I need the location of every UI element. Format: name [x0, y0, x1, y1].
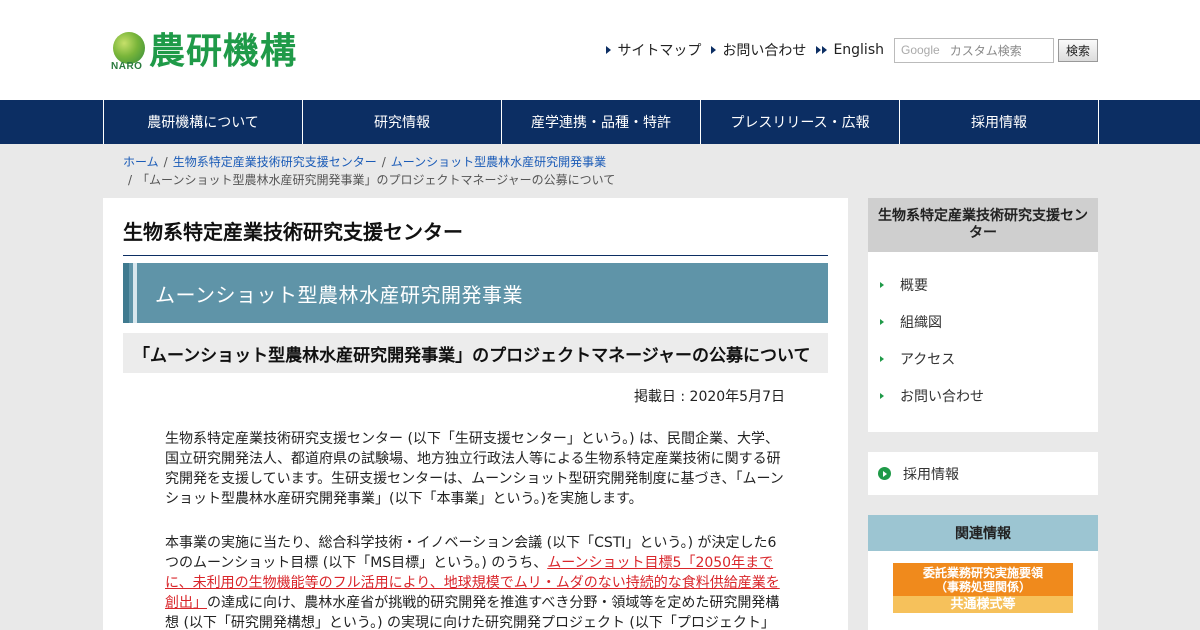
search-input[interactable]: Google カスタム検索	[894, 37, 1054, 63]
triangle-right-icon	[880, 281, 884, 288]
breadcrumb-current: 「ムーンショット型農林水産研究開発事業」のプロジェクトマネージャーの公募について	[137, 173, 616, 187]
nav-item-industry[interactable]: 産学連携・品種・特許	[502, 100, 701, 144]
main-content: 生物系特定産業技術研究支援センター ムーンショット型農林水産研究開発事業 「ムー…	[103, 198, 848, 630]
breadcrumb-home[interactable]: ホーム	[123, 155, 159, 169]
contact-link[interactable]: お問い合わせ	[711, 40, 806, 60]
post-date: 掲載日 : 2020年5月7日	[633, 389, 785, 405]
intro-paragraph: 生物系特定産業技術研究支援センター (以下「生研支援センター」という。) は、民…	[165, 431, 784, 507]
triangle-right-icon	[711, 46, 717, 54]
utility-links: サイトマップ お問い合わせ English Google カスタム検索 検索	[606, 37, 1098, 63]
breadcrumb-center[interactable]: 生物系特定産業技術研究支援センター	[173, 155, 377, 169]
sidebar-item-org-chart[interactable]: 組織図	[880, 303, 1098, 340]
english-link[interactable]: English	[816, 42, 884, 58]
search-brand-placeholder: Google	[901, 43, 940, 57]
nav-item-press[interactable]: プレスリリース・広報	[701, 100, 900, 144]
sitemap-link[interactable]: サイトマップ	[606, 40, 701, 60]
moonshot-banner: ムーンショット型農林水産研究開発事業	[123, 263, 828, 323]
section-title: 生物系特定産業技術研究支援センター	[123, 216, 828, 256]
nav-item-research[interactable]: 研究情報	[303, 100, 502, 144]
sidebar-menu: 生物系特定産業技術研究支援センター 概要 組織図 アクセス お問い合わせ	[868, 198, 1098, 432]
sidebar-item-contact[interactable]: お問い合わせ	[880, 377, 1098, 414]
double-triangle-right-icon	[816, 46, 822, 54]
banner-text: ムーンショット型農林水産研究開発事業	[155, 283, 523, 307]
triangle-right-icon	[880, 318, 884, 325]
triangle-right-icon	[880, 392, 884, 399]
circle-arrow-icon	[878, 467, 891, 480]
sidebar-item-access[interactable]: アクセス	[880, 340, 1098, 377]
nav-item-careers[interactable]: 採用情報	[900, 100, 1099, 144]
related-info: 関連情報 委託業務研究実施要領 （事務処理関係） 共通様式等	[868, 515, 1098, 630]
body-paragraph: 本事業の実施に当たり、総合科学技術・イノベーション会議 (以下「CSTI」という…	[165, 535, 780, 630]
search-button[interactable]: 検索	[1058, 38, 1098, 62]
related-banner-link[interactable]: 委託業務研究実施要領 （事務処理関係） 共通様式等	[893, 563, 1073, 613]
logo-wordmark: 農研機構	[149, 31, 298, 72]
naro-logo[interactable]: NARO 農研機構	[111, 28, 321, 74]
naro-logo-icon: NARO	[111, 30, 145, 74]
related-title: 関連情報	[868, 515, 1098, 551]
triangle-right-icon	[606, 46, 612, 54]
page-title: 「ムーンショット型農林水産研究開発事業」のプロジェクトマネージャーの公募について	[123, 333, 828, 373]
nav-item-about[interactable]: 農研機構について	[104, 100, 303, 144]
double-triangle-right-icon-2	[822, 46, 828, 54]
sidebar-title: 生物系特定産業技術研究支援センター	[868, 198, 1098, 252]
triangle-right-icon	[880, 355, 884, 362]
site-header: NARO 農研機構 サイトマップ お問い合わせ English Google カ…	[0, 0, 1200, 100]
sidebar-item-overview[interactable]: 概要	[880, 266, 1098, 303]
breadcrumb: ホーム / 生物系特定産業技術研究支援センター / ムーンショット型農林水産研究開発事業…	[123, 155, 616, 187]
breadcrumb-moonshot[interactable]: ムーンショット型農林水産研究開発事業	[391, 155, 606, 169]
recruit-link[interactable]: 採用情報	[868, 452, 1098, 495]
global-nav: 農研機構について 研究情報 産学連携・品種・特許 プレスリリース・広報 採用情報	[0, 100, 1200, 144]
search-placeholder: カスタム検索	[949, 43, 1022, 58]
